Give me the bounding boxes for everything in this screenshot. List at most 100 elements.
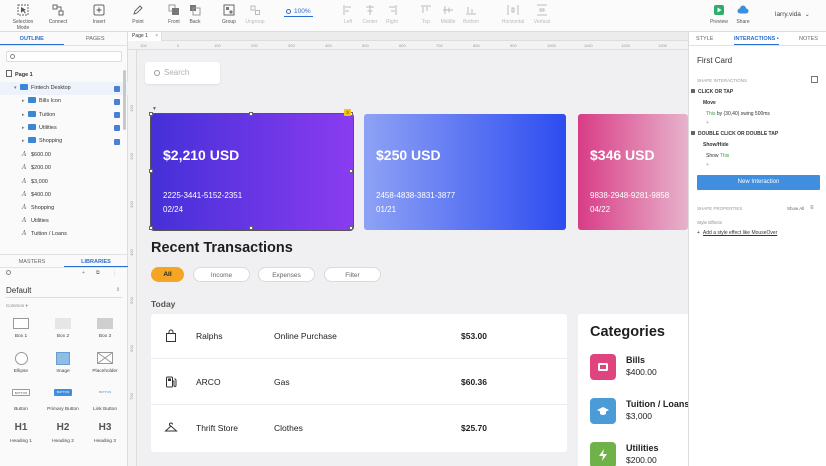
connect-button[interactable]: Connect [46, 2, 70, 25]
align-right-button[interactable]: Right [384, 2, 400, 25]
transaction-row[interactable]: Thrift Store Clothes $25.70 [151, 406, 567, 451]
credit-card[interactable]: $250 USD 2458-4838-3831-3877 01/21 [364, 114, 566, 230]
distribute-vertical-button[interactable]: Vertical [530, 2, 554, 25]
show-all-link[interactable]: Show All [787, 206, 804, 211]
search-input[interactable]: Search [145, 62, 220, 84]
outline-search-input[interactable] [6, 51, 122, 62]
resize-handle-tl[interactable] [149, 112, 153, 116]
outline-text-item[interactable]: A Tuition / Loans [0, 227, 128, 240]
add-action-icon[interactable]: + [706, 120, 709, 126]
library-item-button[interactable]: BUTTON Button [4, 386, 38, 412]
library-item-box3[interactable]: Box 3 [88, 316, 122, 339]
filter-filter[interactable]: Filter [324, 267, 381, 282]
tab-libraries[interactable]: LIBRARIES [64, 255, 128, 267]
resize-handle-br[interactable] [349, 226, 353, 230]
tab-masters[interactable]: MASTERS [0, 255, 64, 267]
outline-text-item[interactable]: A $600.00 [0, 148, 128, 161]
show-detail[interactable]: Show This [706, 153, 729, 159]
outline-page-item[interactable]: Page 1 [0, 69, 128, 82]
outline-group-item[interactable]: ▸ Bills Icon [0, 95, 128, 108]
filter-expenses[interactable]: Expenses [258, 267, 315, 282]
share-button[interactable]: Share [733, 2, 753, 25]
add-style-effect-link[interactable]: + Add a style effect like MouseOver [697, 230, 777, 236]
back-button[interactable]: Back [185, 2, 205, 25]
resize-handle-b[interactable] [249, 226, 253, 230]
library-item-primary[interactable]: BUTTON Primary Button [46, 386, 80, 412]
align-middle-button[interactable]: Middle [438, 2, 458, 25]
outline-group-item[interactable]: ▸ Tuition [0, 109, 128, 122]
rotate-handle-icon[interactable]: ▼ [152, 106, 157, 112]
resize-handle-bl[interactable] [149, 226, 153, 230]
ungroup-button[interactable]: Ungroup [243, 2, 267, 25]
transaction-row[interactable]: ARCO Gas $60.36 [151, 360, 567, 405]
align-left-button[interactable]: Left [340, 2, 356, 25]
point-button[interactable]: Point [128, 2, 148, 25]
transaction-row[interactable]: Ralphs Online Purchase $53.00 [151, 314, 567, 359]
outline-group-item[interactable]: ▸ Shopping [0, 135, 128, 148]
horizontal-ruler[interactable]: 100 0 100 200 300 400 500 600 700 800 900 1000 1100 1… [128, 41, 688, 50]
outline-text-item[interactable]: A Utilities [0, 214, 128, 227]
zoom-control[interactable]: 100% [284, 8, 313, 17]
outline-scrollbar[interactable] [123, 70, 126, 130]
library-more-icon[interactable]: ⋮ [112, 270, 117, 276]
outline-group-item[interactable]: ▾ Fintech Desktop [0, 82, 128, 96]
add-library-icon[interactable]: + [82, 270, 85, 276]
tab-pages[interactable]: PAGES [64, 32, 128, 45]
click-or-tap-header[interactable]: CLICK OR TAP [691, 89, 733, 95]
credit-card[interactable]: $2,210 USD 2225-3441-5152-2351 02/24 [150, 113, 354, 231]
library-item-box1[interactable]: Box 1 [4, 316, 38, 339]
library-item-ellipse[interactable]: Ellipse [4, 351, 38, 374]
tab-style[interactable]: STYLE [696, 32, 713, 46]
visibility-checkbox[interactable] [114, 125, 120, 132]
resize-handle-l[interactable] [149, 169, 153, 173]
new-interaction-button[interactable]: New Interaction [697, 175, 820, 190]
outline-text-item[interactable]: A $400.00 [0, 188, 128, 201]
resize-handle-r[interactable] [349, 169, 353, 173]
selection-mode-button[interactable]: Selection Mode [6, 2, 40, 31]
tab-interactions[interactable]: INTERACTIONS • [734, 32, 779, 45]
distribute-horizontal-button[interactable]: Horizontal [498, 2, 528, 25]
visibility-checkbox[interactable] [114, 98, 120, 105]
library-group-label[interactable]: Common ▾ [6, 303, 28, 309]
tab-outline[interactable]: OUTLINE [0, 32, 64, 45]
align-bottom-button[interactable]: Bottom [460, 2, 482, 25]
front-button[interactable]: Front [164, 2, 184, 25]
interaction-badge[interactable]: 3 [344, 109, 351, 116]
menu-icon[interactable]: ≡ [810, 205, 814, 211]
credit-card[interactable]: $346 USD 9838-2948-9281-9858 04/22 [578, 114, 688, 230]
group-button[interactable]: Group [219, 2, 239, 25]
library-item-placeholder[interactable]: Placeholder [88, 351, 122, 374]
vertical-ruler[interactable]: 100 200 300 400 500 600 700 [128, 50, 137, 466]
page-tab[interactable]: Page 1 × [128, 32, 162, 41]
filter-all[interactable]: All [151, 267, 184, 282]
insert-button[interactable]: Insert [88, 2, 110, 25]
outline-text-item[interactable]: A $3,000 [0, 175, 128, 188]
library-search-icon[interactable] [6, 270, 11, 275]
double-click-header[interactable]: DOUBLE CLICK OR DOUBLE TAP [691, 131, 778, 137]
filter-income[interactable]: Income [193, 267, 250, 282]
user-menu[interactable]: larry.vida ⌄ [775, 11, 810, 18]
library-item-box2[interactable]: Box 2 [46, 316, 80, 339]
resize-handle-t[interactable] [249, 112, 253, 116]
close-icon[interactable]: × [155, 33, 158, 39]
library-window-icon[interactable]: ⧉ [96, 270, 100, 276]
action-move[interactable]: Move [703, 100, 716, 106]
outline-text-item[interactable]: A Shopping [0, 201, 128, 214]
library-select[interactable]: Default ⇕ [6, 286, 122, 298]
preview-button[interactable]: Preview [708, 2, 730, 25]
outline-text-item[interactable]: ABills [0, 241, 128, 245]
library-item-image[interactable]: Image [46, 351, 80, 374]
visibility-checkbox[interactable] [114, 85, 120, 92]
align-center-button[interactable]: Center [360, 2, 380, 25]
outline-text-item[interactable]: A $200.00 [0, 161, 128, 174]
selected-shape-name[interactable]: First Card [697, 56, 732, 65]
library-item-h3[interactable]: H3 Heading 3 [88, 421, 122, 444]
library-item-h1[interactable]: H1 Heading 1 [4, 421, 38, 444]
align-top-button[interactable]: Top [418, 2, 434, 25]
move-detail[interactable]: This by (30,40) swing 500ms [706, 111, 770, 117]
expand-icon[interactable] [811, 76, 818, 83]
outline-group-item[interactable]: ▸ Utilities [0, 122, 128, 135]
visibility-checkbox[interactable] [114, 112, 120, 119]
library-item-link[interactable]: BUTTON Link Button [88, 386, 122, 412]
action-show-hide[interactable]: Show/Hide [703, 142, 729, 148]
